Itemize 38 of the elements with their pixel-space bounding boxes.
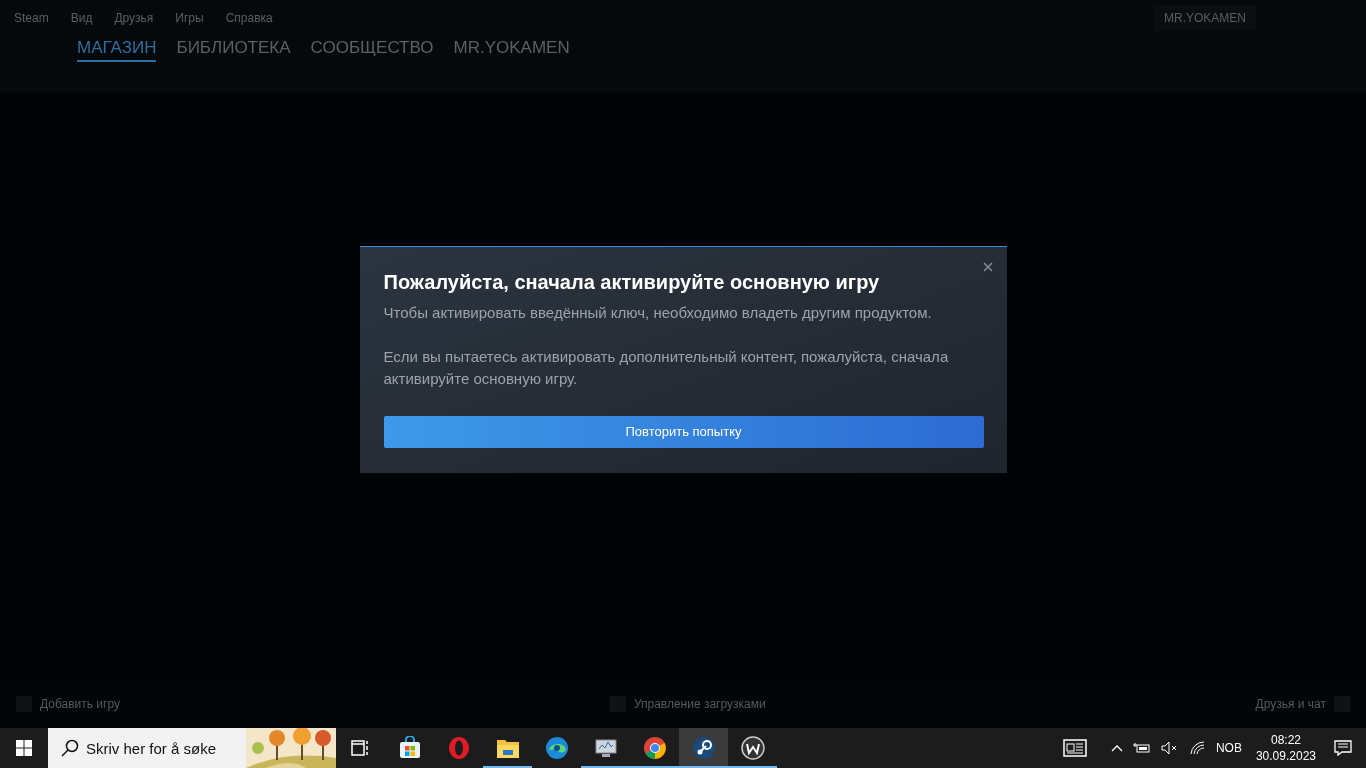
- wave-circle-icon: [544, 736, 569, 760]
- menu-item[interactable]: Друзья: [114, 11, 154, 25]
- steam-icon: [691, 736, 716, 760]
- retry-button[interactable]: Повторить попытку: [383, 415, 984, 448]
- nav-tab[interactable]: MR.YOKAMEN: [453, 38, 570, 62]
- search-field[interactable]: Skriv her for å søke: [48, 728, 246, 768]
- nav-tab[interactable]: БИБЛИОТЕКА: [176, 38, 291, 62]
- muted-speaker-icon[interactable]: [1160, 741, 1179, 755]
- search-icon: [61, 739, 79, 757]
- friends-chat-link[interactable]: Друзья и чат: [1255, 697, 1326, 711]
- taskbar-app-button[interactable]: [679, 728, 728, 768]
- ring-logo-icon: [446, 736, 471, 760]
- add-game-link[interactable]: Добавить игру: [40, 697, 120, 711]
- monitor-icon: [593, 737, 618, 759]
- menu-item[interactable]: Steam: [14, 11, 49, 25]
- chevron-up-icon[interactable]: [1110, 744, 1123, 752]
- language-indicator[interactable]: NOB: [1209, 741, 1248, 755]
- menu-item[interactable]: Справка: [225, 11, 273, 25]
- chrome-icon: [642, 736, 667, 760]
- notification-icon[interactable]: [1334, 740, 1352, 756]
- nav-tab[interactable]: СООБЩЕСТВО: [310, 38, 434, 62]
- folder-icon: [495, 737, 520, 759]
- close-icon: [982, 261, 993, 272]
- news-icon[interactable]: [1062, 739, 1087, 757]
- wifi-icon[interactable]: [1188, 741, 1205, 755]
- menu-item[interactable]: Вид: [70, 11, 93, 25]
- shopping-bag-icon: [397, 736, 422, 760]
- clock[interactable]: 08:22 30.09.2023: [1247, 732, 1324, 764]
- battery-icon[interactable]: [1132, 742, 1151, 754]
- task-view-icon: [350, 739, 371, 757]
- menu-item[interactable]: Игры: [175, 11, 204, 25]
- dialog-text: Чтобы активировать введённый ключ, необходимо владеть другим продуктом.: [383, 302, 933, 323]
- windows-icon: [16, 740, 32, 756]
- nav-tab[interactable]: МАГАЗИН: [77, 38, 157, 62]
- account-button[interactable]: MR.YOKAMEN: [1154, 5, 1256, 31]
- downloads-link[interactable]: Управление загрузками: [633, 697, 766, 711]
- dialog-text: Если вы пытаетесь активировать дополнительный контент, пожалуйста, сначала активируйте основную игру.: [383, 346, 950, 389]
- dialog-title: Пожалуйста, сначала активируйте основную игру: [383, 270, 881, 294]
